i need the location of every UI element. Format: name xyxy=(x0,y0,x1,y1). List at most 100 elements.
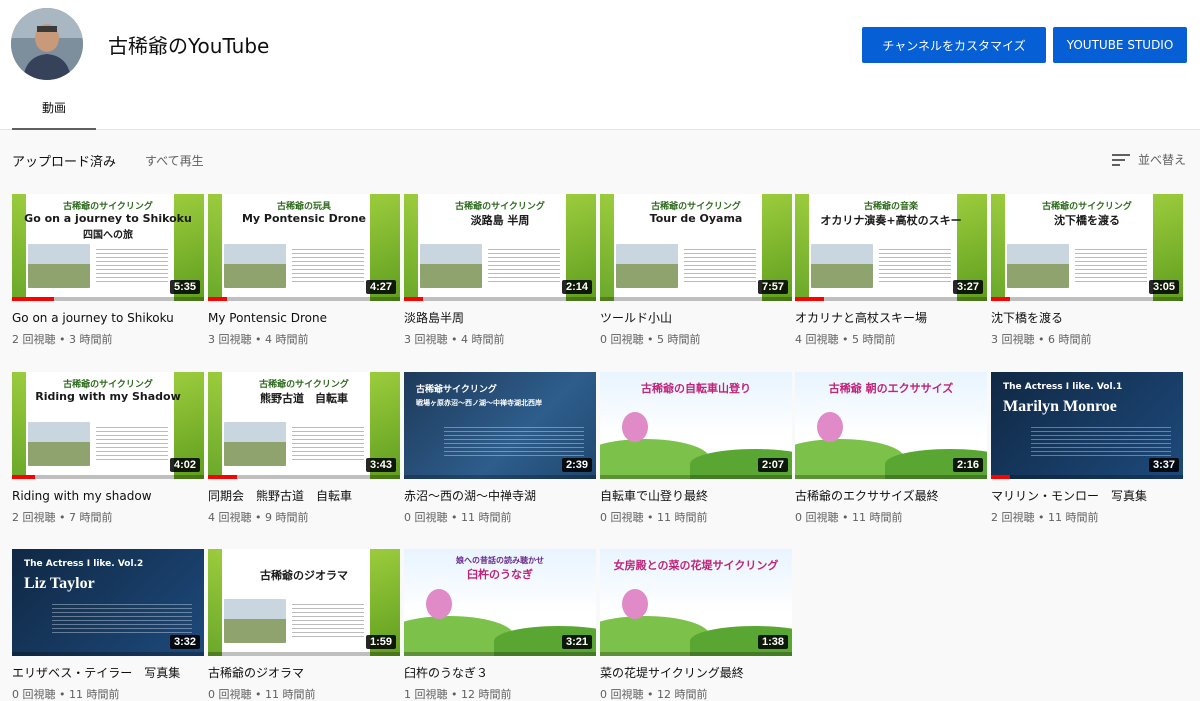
video-title[interactable]: エリザベス・テイラー 写真集 xyxy=(12,665,204,681)
view-count: 0 回視聴 xyxy=(600,688,644,701)
thumbnail-photo xyxy=(224,599,286,643)
video-title[interactable]: Riding with my shadow xyxy=(12,488,204,504)
separator-dot: • xyxy=(643,511,657,524)
video-card[interactable]: 古稀爺 朝のエクササイズ 2:16 古稀爺のエクササイズ最終 0 回視聴 • 11 時… xyxy=(795,372,987,532)
video-metadata: 0 回視聴 • 5 時間前 xyxy=(600,331,792,347)
video-title[interactable]: ツールド小山 xyxy=(600,310,792,326)
watch-progress-track xyxy=(404,297,596,301)
thumbnail-title: Liz Taylor xyxy=(24,575,95,592)
video-card[interactable]: 古稀爺の玩具 My Pontensic Drone 4:27 My Pontensic… xyxy=(208,194,400,354)
watch-progress-bar xyxy=(208,475,237,479)
video-metadata: 0 回視聴 • 11 時間前 xyxy=(404,509,596,525)
play-all-link[interactable]: すべて再生 xyxy=(145,152,204,169)
upload-age: 11 時間前 xyxy=(1047,511,1099,524)
thumbnail-photo xyxy=(1007,244,1069,288)
video-thumbnail[interactable]: 古稀爺のサイクリング 淡路島 半周 2:14 xyxy=(404,194,596,301)
video-card[interactable]: 古稀爺のサイクリング 淡路島 半周 2:14 淡路島半周 3 回視聴 • 4 時間前 xyxy=(404,194,596,354)
thumbnail-photo xyxy=(224,422,286,466)
view-count: 0 回視聴 xyxy=(404,511,448,524)
thumbnail-title: Tour de Oyama xyxy=(649,212,743,225)
youtube-studio-button[interactable]: YOUTUBE STUDIO xyxy=(1053,27,1187,63)
thumbnail-photo xyxy=(811,244,873,288)
separator-dot: • xyxy=(838,511,852,524)
video-title[interactable]: My Pontensic Drone xyxy=(208,310,400,326)
video-card[interactable]: 古稀爺のサイクリング Go on a journey to Shikoku 四国への… xyxy=(12,194,204,354)
thumbnail-text-lines xyxy=(96,424,168,460)
thumbnail-title: 熊野古道 自転車 xyxy=(260,392,348,405)
video-card[interactable]: 古稀爺のジオラマ 1:59 古稀爺のジオラマ 0 回視聴 • 11 時間前 xyxy=(208,549,400,701)
video-title[interactable]: Go on a journey to Shikoku xyxy=(12,310,204,326)
channel-avatar[interactable] xyxy=(11,8,83,80)
video-card[interactable]: The Actress I like. Vol.2 Liz Taylor 3:32 エ… xyxy=(12,549,204,701)
thumbnail-text-lines xyxy=(684,246,756,282)
video-thumbnail[interactable]: 古稀爺の玩具 My Pontensic Drone 4:27 xyxy=(208,194,400,301)
video-title[interactable]: マリリン・モンロー 写真集 xyxy=(991,488,1183,504)
channel-name: 古稀爺のYouTube xyxy=(108,34,270,58)
thumbnail-tree xyxy=(622,589,648,619)
video-duration: 3:27 xyxy=(952,280,983,294)
video-thumbnail[interactable]: The Actress I like. Vol.2 Liz Taylor 3:32 xyxy=(12,549,204,656)
video-card[interactable]: 古稀爺の自転車山登り 2:07 自転車で山登り最終 0 回視聴 • 11 時間前 xyxy=(600,372,792,532)
view-count: 2 回視聴 xyxy=(991,511,1035,524)
video-title[interactable]: 臼杵のうなぎ３ xyxy=(404,665,596,681)
video-duration: 5:35 xyxy=(169,280,200,294)
watch-progress-track xyxy=(208,475,400,479)
upload-age: 4 時間前 xyxy=(460,333,505,346)
video-duration: 2:39 xyxy=(561,458,592,472)
video-card[interactable]: 古稀爺のサイクリング 熊野古道 自転車 3:43 同期会 熊野古道 自転車 4 回視聴 … xyxy=(208,372,400,532)
video-title[interactable]: 沈下橋を渡る xyxy=(991,310,1183,326)
view-count: 4 回視聴 xyxy=(795,333,839,346)
video-thumbnail[interactable]: 古稀爺のジオラマ 1:59 xyxy=(208,549,400,656)
video-title[interactable]: 自転車で山登り最終 xyxy=(600,488,792,504)
video-metadata: 2 回視聴 • 11 時間前 xyxy=(991,509,1183,525)
channel-header: 古稀爺のYouTube チャンネルをカスタマイズ YOUTUBE STUDIO … xyxy=(0,0,1200,130)
video-title[interactable]: 菜の花堤サイクリング最終 xyxy=(600,665,792,681)
sort-button[interactable]: 並べ替え xyxy=(1111,151,1186,168)
watch-progress-track xyxy=(991,297,1183,301)
video-thumbnail[interactable]: 古稀爺のサイクリング Tour de Oyama 7:57 xyxy=(600,194,792,301)
video-card[interactable]: 女房殿との菜の花堤サイクリング 1:38 菜の花堤サイクリング最終 0 回視聴 • 1… xyxy=(600,549,792,701)
video-metadata: 0 回視聴 • 12 時間前 xyxy=(600,686,792,701)
video-thumbnail[interactable]: The Actress I like. Vol.1 Marilyn Monroe 3… xyxy=(991,372,1183,479)
video-metadata: 2 回視聴 • 3 時間前 xyxy=(12,331,204,347)
video-card[interactable]: 古稀爺のサイクリング Tour de Oyama 7:57 ツールド小山 0 回視聴 •… xyxy=(600,194,792,354)
view-count: 0 回視聴 xyxy=(600,333,644,346)
video-metadata: 3 回視聴 • 4 時間前 xyxy=(208,331,400,347)
video-card[interactable]: 古稀爺のサイクリング 沈下橋を渡る 3:05 沈下橋を渡る 3 回視聴 • 6 時間前 xyxy=(991,194,1183,354)
video-thumbnail[interactable]: 古稀爺サイクリング 戦場ヶ原赤沼〜西ノ湖〜中禅寺湖北西岸 2:39 xyxy=(404,372,596,479)
separator-dot: • xyxy=(643,688,657,701)
video-card[interactable]: 古稀爺のサイクリング Riding with my Shadow 4:02 Ridin… xyxy=(12,372,204,532)
video-title[interactable]: 古稀爺のジオラマ xyxy=(208,665,400,681)
video-thumbnail[interactable]: 古稀爺のサイクリング Go on a journey to Shikoku 四国への… xyxy=(12,194,204,301)
upload-age: 7 時間前 xyxy=(68,511,113,524)
video-thumbnail[interactable]: 娘への昔話の読み聴かせ 臼杵のうなぎ 3:21 xyxy=(404,549,596,656)
video-thumbnail[interactable]: 古稀爺 朝のエクササイズ 2:16 xyxy=(795,372,987,479)
video-duration: 1:38 xyxy=(757,635,788,649)
video-title[interactable]: 古稀爺のエクササイズ最終 xyxy=(795,488,987,504)
video-duration: 3:32 xyxy=(169,635,200,649)
video-card[interactable]: The Actress I like. Vol.1 Marilyn Monroe 3… xyxy=(991,372,1183,532)
video-title[interactable]: 淡路島半周 xyxy=(404,310,596,326)
watch-progress-track xyxy=(404,652,596,656)
video-thumbnail[interactable]: 古稀爺のサイクリング 沈下橋を渡る 3:05 xyxy=(991,194,1183,301)
thumbnail-heading: The Actress I like. Vol.1 xyxy=(1003,382,1123,392)
video-card[interactable]: 娘への昔話の読み聴かせ 臼杵のうなぎ 3:21 臼杵のうなぎ３ 1 回視聴 • 12 時… xyxy=(404,549,596,701)
customize-channel-button[interactable]: チャンネルをカスタマイズ xyxy=(862,27,1046,63)
video-thumbnail[interactable]: 古稀爺の音楽 オカリナ演奏+高杖のスキー 3:27 xyxy=(795,194,987,301)
separator-dot: • xyxy=(1034,333,1048,346)
video-card[interactable]: 古稀爺サイクリング 戦場ヶ原赤沼〜西ノ湖〜中禅寺湖北西岸 2:39 赤沼〜西の湖〜中禅… xyxy=(404,372,596,532)
video-thumbnail[interactable]: 古稀爺の自転車山登り 2:07 xyxy=(600,372,792,479)
watch-progress-track xyxy=(208,297,400,301)
video-title[interactable]: オカリナと高杖スキー場 xyxy=(795,310,987,326)
video-thumbnail[interactable]: 古稀爺のサイクリング Riding with my Shadow 4:02 xyxy=(12,372,204,479)
tab-videos[interactable]: 動画 xyxy=(12,90,96,130)
thumbnail-photo xyxy=(224,244,286,288)
upload-age: 11 時間前 xyxy=(460,511,512,524)
video-card[interactable]: 古稀爺の音楽 オカリナ演奏+高杖のスキー 3:27 オカリナと高杖スキー場 4 回視聴 … xyxy=(795,194,987,354)
video-title[interactable]: 赤沼〜西の湖〜中禅寺湖 xyxy=(404,488,596,504)
watch-progress-bar xyxy=(12,475,36,479)
video-title[interactable]: 同期会 熊野古道 自転車 xyxy=(208,488,400,504)
video-thumbnail[interactable]: 女房殿との菜の花堤サイクリング 1:38 xyxy=(600,549,792,656)
upload-age: 5 時間前 xyxy=(851,333,896,346)
video-thumbnail[interactable]: 古稀爺のサイクリング 熊野古道 自転車 3:43 xyxy=(208,372,400,479)
